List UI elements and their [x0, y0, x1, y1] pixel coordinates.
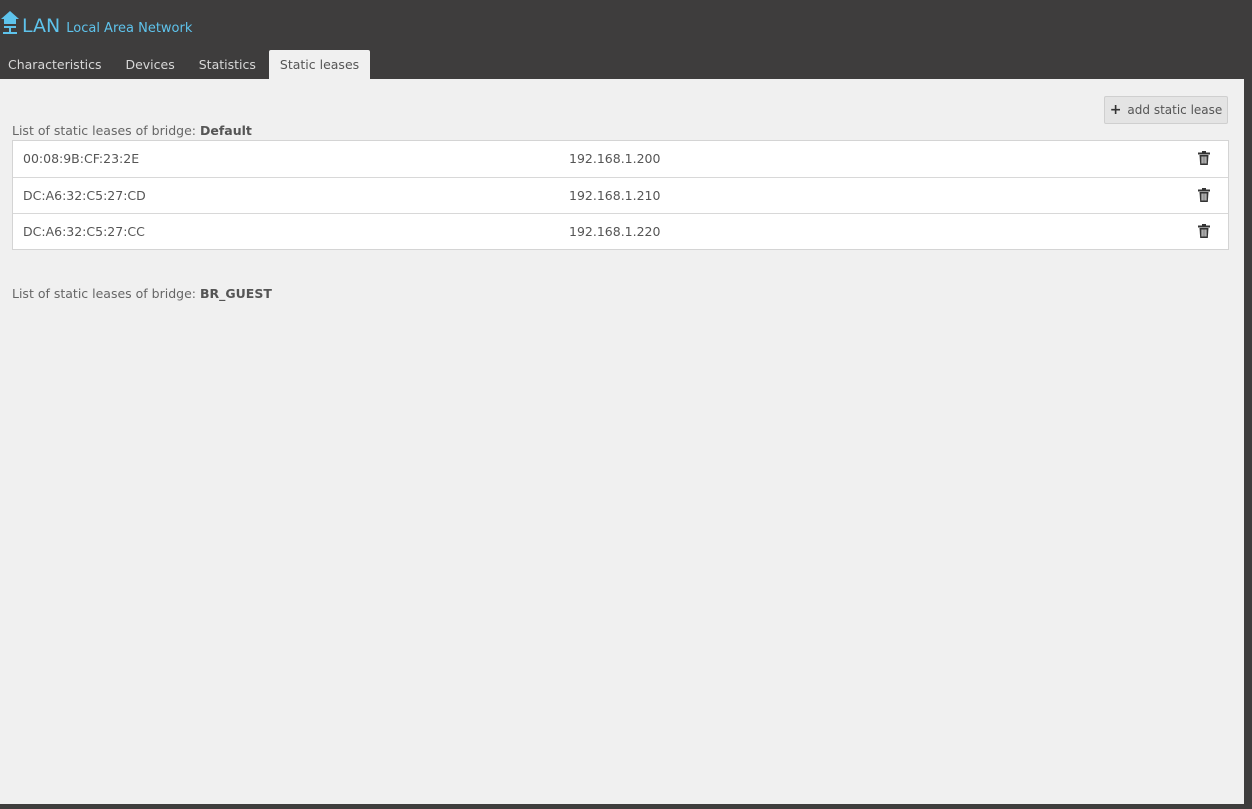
bridge-label-prefix: List of static leases of bridge:	[12, 286, 196, 301]
bridge-name: BR_GUEST	[199, 286, 272, 301]
tab-bar: Characteristics Devices Statistics Stati…	[0, 50, 371, 79]
tab-characteristics[interactable]: Characteristics	[0, 50, 113, 79]
brand: LAN Local Area Network	[0, 6, 192, 37]
lease-ip: 192.168.1.220	[569, 224, 661, 239]
tab-statistics[interactable]: Statistics	[187, 50, 268, 79]
static-leases-table-default: 00:08:9B:CF:23:2E 192.168.1.200 DC:A6:32…	[12, 140, 1229, 250]
trash-icon[interactable]	[1198, 224, 1210, 238]
table-row: DC:A6:32:C5:27:CC 192.168.1.220	[13, 213, 1228, 249]
bridge-br-guest-label: List of static leases of bridge: BR_GUES…	[12, 286, 272, 301]
app-title: LAN	[22, 15, 61, 37]
tab-static-leases[interactable]: Static leases	[268, 50, 371, 79]
bridge-label-prefix: List of static leases of bridge:	[12, 123, 196, 138]
tab-devices[interactable]: Devices	[113, 50, 186, 79]
window-edge-bottom	[0, 804, 1252, 809]
lan-home-icon	[1, 11, 19, 34]
window-edge-right	[1244, 79, 1252, 809]
trash-icon[interactable]	[1198, 151, 1210, 165]
lease-mac: DC:A6:32:C5:27:CC	[23, 224, 145, 239]
plus-icon: +	[1109, 102, 1122, 118]
bridge-name: Default	[199, 123, 252, 138]
lease-mac: DC:A6:32:C5:27:CD	[23, 188, 146, 203]
add-static-lease-label: add static lease	[1127, 103, 1223, 117]
lease-mac: 00:08:9B:CF:23:2E	[23, 151, 140, 166]
main-content: + add static lease List of static leases…	[0, 79, 1244, 804]
table-row: 00:08:9B:CF:23:2E 192.168.1.200	[13, 141, 1228, 177]
add-static-lease-button[interactable]: + add static lease	[1104, 96, 1228, 124]
app-subtitle: Local Area Network	[66, 21, 193, 36]
table-row: DC:A6:32:C5:27:CD 192.168.1.210	[13, 177, 1228, 213]
trash-icon[interactable]	[1198, 188, 1210, 202]
lease-ip: 192.168.1.200	[569, 151, 661, 166]
lease-ip: 192.168.1.210	[569, 188, 661, 203]
app-header: LAN Local Area Network	[0, 0, 1252, 50]
bridge-default-label: List of static leases of bridge: Default	[12, 123, 252, 138]
